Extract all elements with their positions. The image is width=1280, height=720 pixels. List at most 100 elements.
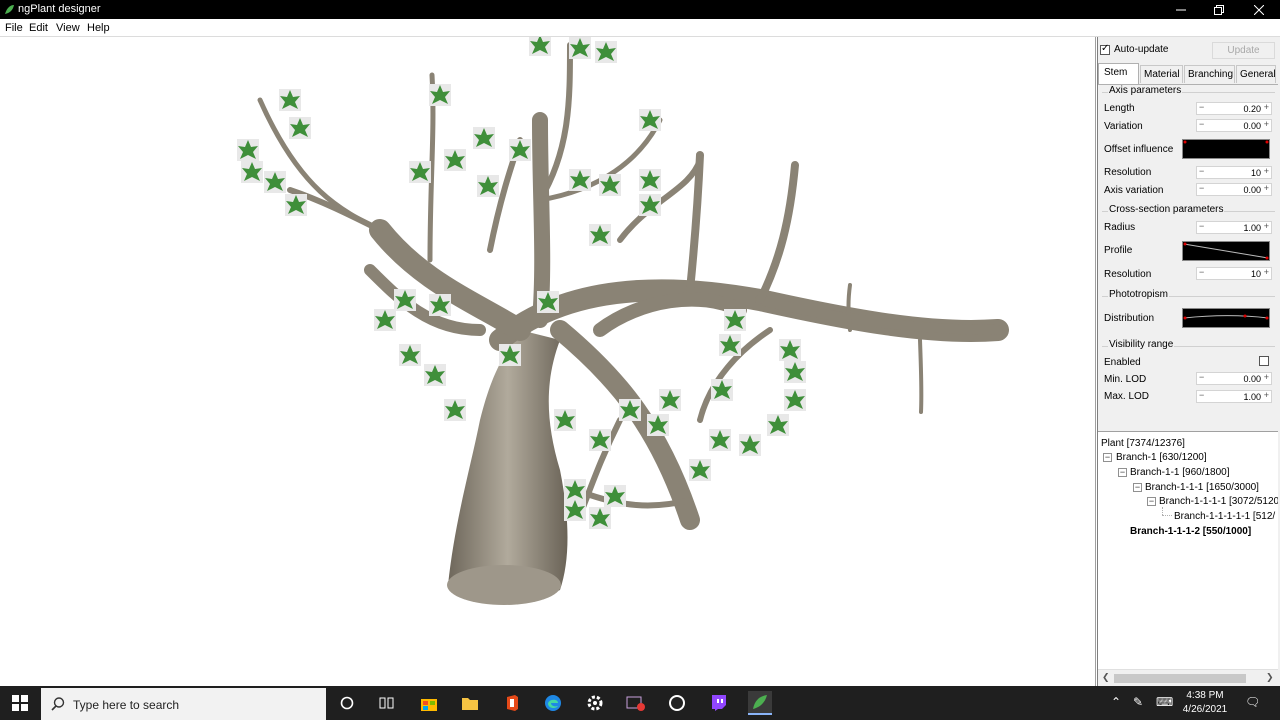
- stem-tab-page: Axis parameters Length −0.20 + Variation …: [1098, 84, 1278, 406]
- menu-file[interactable]: File: [5, 22, 23, 34]
- minimize-button[interactable]: [1162, 0, 1200, 19]
- scroll-right-icon[interactable]: ❯: [1266, 672, 1274, 683]
- ngplant-leaf-icon: [753, 695, 767, 709]
- edge-button[interactable]: [541, 691, 565, 715]
- mail-button[interactable]: [624, 691, 648, 715]
- scroll-left-icon[interactable]: ❮: [1102, 672, 1110, 683]
- collapse-icon[interactable]: −: [1118, 468, 1127, 477]
- tab-general[interactable]: General: [1236, 65, 1276, 83]
- distribution-curve[interactable]: [1182, 308, 1270, 328]
- cortana-circle-icon: [340, 696, 354, 710]
- obs-button[interactable]: [665, 691, 689, 715]
- offset-influence-curve[interactable]: [1182, 139, 1270, 159]
- radius-value: 1.00: [1243, 223, 1261, 233]
- menu-bar: File Edit View Help: [0, 19, 1280, 37]
- folder-icon: [462, 698, 478, 710]
- twitch-button[interactable]: [707, 691, 731, 715]
- taskbar-clock[interactable]: 4:38 PM 4/26/2021: [1180, 689, 1230, 717]
- office-icon: [507, 695, 518, 711]
- taskbar-search-box[interactable]: Type here to search: [41, 688, 326, 720]
- tree-node-branch-1-1-1-1-1[interactable]: Branch-1-1-1-1-1 [512/: [1174, 511, 1275, 522]
- file-explorer-button[interactable]: [458, 691, 482, 715]
- pen-icon[interactable]: ✎: [1133, 695, 1143, 709]
- collapse-icon[interactable]: −: [1103, 453, 1112, 462]
- axis-group-title: Axis parameters: [1108, 85, 1183, 96]
- max-lod-value: 1.00: [1243, 392, 1261, 402]
- restore-icon: [1214, 4, 1224, 15]
- maximize-button[interactable]: [1200, 0, 1238, 19]
- notification-icon[interactable]: 🗨: [1245, 695, 1260, 709]
- mail-badge-icon: [626, 696, 645, 711]
- 3d-viewport[interactable]: [0, 37, 1096, 686]
- length-value: 0.20: [1243, 104, 1261, 114]
- length-label: Length: [1104, 103, 1135, 114]
- tree-horizontal-scrollbar[interactable]: ❮ ❯: [1098, 669, 1278, 686]
- start-button[interactable]: [8, 691, 32, 715]
- variation-spinbox[interactable]: −0.00 +: [1196, 119, 1272, 132]
- collapse-icon[interactable]: −: [1147, 497, 1156, 506]
- tree-node-branch-1-1-1[interactable]: Branch-1-1-1 [1650/3000]: [1145, 482, 1259, 493]
- branches: [257, 42, 1009, 530]
- cortana-button[interactable]: [335, 691, 359, 715]
- tree-line: [1162, 507, 1163, 515]
- tray-chevron-up-icon[interactable]: ⌃: [1111, 695, 1121, 709]
- clock-date: 4/26/2021: [1182, 704, 1228, 715]
- tree-line: [1162, 515, 1172, 516]
- length-spinbox[interactable]: −0.20 +: [1196, 102, 1272, 115]
- collapse-icon[interactable]: −: [1133, 483, 1142, 492]
- settings-button[interactable]: [583, 691, 607, 715]
- max-lod-label: Max. LOD: [1104, 391, 1150, 402]
- profile-curve[interactable]: [1182, 241, 1270, 261]
- axis-variation-label: Axis variation: [1104, 185, 1164, 196]
- store-button[interactable]: [417, 691, 441, 715]
- task-view-button[interactable]: [375, 691, 399, 715]
- min-lod-label: Min. LOD: [1104, 374, 1147, 385]
- update-button[interactable]: Update: [1212, 42, 1275, 59]
- tab-material[interactable]: Material: [1140, 65, 1183, 83]
- edge-icon: [545, 695, 561, 711]
- variation-label: Variation: [1104, 121, 1143, 132]
- close-button[interactable]: [1240, 0, 1278, 19]
- ngplant-taskbar-button[interactable]: [748, 691, 772, 715]
- tab-branching[interactable]: Branching: [1184, 65, 1235, 83]
- tree-node-branch-1-1[interactable]: Branch-1-1 [960/1800]: [1130, 467, 1230, 478]
- title-bar: ngPlant designer: [0, 0, 1280, 19]
- branch-tree[interactable]: Plant [7374/12376] − Branch-1 [630/1200]…: [1098, 431, 1278, 669]
- scroll-thumb[interactable]: [1114, 674, 1246, 683]
- cross-group-title: Cross-section parameters: [1108, 204, 1225, 215]
- min-lod-spinbox[interactable]: −0.00 +: [1196, 372, 1272, 385]
- profile-curve-graph: [1183, 242, 1269, 260]
- cross-resolution-spinbox[interactable]: −10 +: [1196, 267, 1272, 280]
- menu-edit[interactable]: Edit: [29, 22, 48, 34]
- auto-update-checkbox[interactable]: [1100, 43, 1110, 55]
- clock-time: 4:38 PM: [1186, 690, 1224, 701]
- twitch-icon: [712, 695, 726, 711]
- distribution-curve-graph: [1183, 314, 1269, 320]
- minimize-icon: [1176, 9, 1186, 10]
- search-icon: [51, 697, 65, 711]
- max-lod-spinbox[interactable]: −1.00 +: [1196, 390, 1272, 403]
- taskbar: Type here to search ⌃ ✎ ⌨ 4:38 PM 4/26/2…: [0, 686, 1280, 720]
- office-button[interactable]: [500, 691, 524, 715]
- profile-label: Profile: [1104, 245, 1133, 256]
- tab-stem[interactable]: Stem: [1098, 63, 1139, 85]
- tree-node-branch-1[interactable]: Branch-1 [630/1200]: [1116, 452, 1207, 463]
- offset-curve-graph: [1183, 140, 1269, 144]
- window-title: ngPlant designer: [18, 3, 101, 15]
- tree-node-plant[interactable]: Plant [7374/12376]: [1101, 438, 1185, 449]
- visibility-enabled-checkbox[interactable]: [1259, 356, 1269, 366]
- store-icon: [421, 699, 437, 711]
- resolution-spinbox[interactable]: −10 +: [1196, 166, 1272, 179]
- menu-view[interactable]: View: [56, 22, 80, 34]
- menu-help[interactable]: Help: [87, 22, 110, 34]
- trunk: [448, 330, 568, 603]
- keyboard-icon[interactable]: ⌨: [1156, 695, 1173, 709]
- tree-node-branch-1-1-1-2[interactable]: Branch-1-1-1-2 [550/1000]: [1130, 526, 1251, 537]
- tree-node-branch-1-1-1-1[interactable]: Branch-1-1-1-1 [3072/5120: [1159, 496, 1278, 507]
- axis-variation-spinbox[interactable]: −0.00 +: [1196, 183, 1272, 196]
- cross-resolution-value: 10: [1250, 269, 1261, 279]
- enabled-label: Enabled: [1104, 357, 1141, 368]
- close-icon: [1254, 4, 1264, 15]
- radius-spinbox[interactable]: −1.00 +: [1196, 221, 1272, 234]
- photo-group-title: Phototropism: [1108, 289, 1169, 300]
